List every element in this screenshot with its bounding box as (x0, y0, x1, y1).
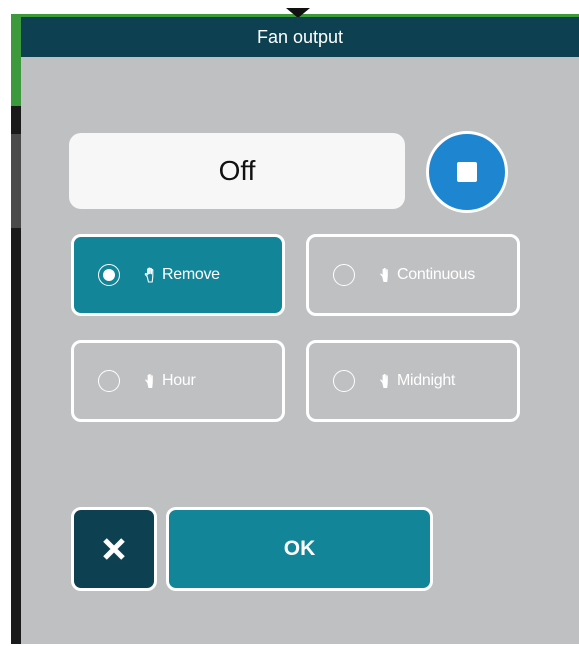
hand-icon (380, 374, 388, 388)
option-label: Hour (162, 372, 196, 389)
hand-icon (380, 268, 388, 282)
stop-icon (457, 162, 477, 182)
option-midnight[interactable]: Midnight (306, 340, 520, 422)
stop-button[interactable] (426, 131, 508, 213)
fan-output-dialog: Fan output Off Remove Continuous Hour Mi… (21, 17, 579, 644)
background-app-edge (11, 14, 21, 644)
option-label: Continuous (397, 266, 475, 283)
option-continuous[interactable]: Continuous (306, 234, 520, 316)
ok-button[interactable]: OK (166, 507, 433, 591)
hand-icon (145, 374, 153, 388)
hand-icon (144, 267, 154, 283)
background-app-panel (11, 134, 21, 228)
radio-button[interactable] (333, 370, 355, 392)
cancel-button[interactable] (71, 507, 157, 591)
radio-button-checked[interactable] (98, 264, 120, 286)
background-app-panel (11, 14, 21, 106)
dialog-title: Fan output (21, 17, 579, 57)
option-hour[interactable]: Hour (71, 340, 285, 422)
radio-button[interactable] (333, 264, 355, 286)
current-value-display: Off (69, 133, 405, 209)
option-label: Midnight (397, 372, 456, 389)
option-label: Remove (162, 266, 220, 283)
close-icon (103, 538, 125, 560)
option-remove[interactable]: Remove (71, 234, 285, 316)
radio-button[interactable] (98, 370, 120, 392)
